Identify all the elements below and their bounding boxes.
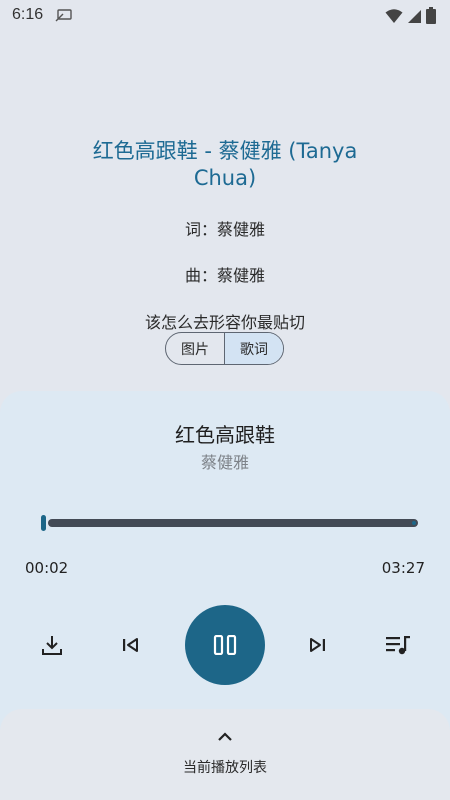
wifi-icon [385, 8, 403, 23]
status-bar: 6:16 [0, 0, 450, 32]
music-player-screen: 6:16 红色高跟鞋 - 蔡健雅 (Tanya Chua) 词：蔡健雅 曲：蔡健… [0, 0, 450, 800]
play-pause-button[interactable] [185, 605, 265, 685]
progress-thumb[interactable] [40, 515, 46, 531]
queue-music-icon [386, 636, 410, 655]
pause-icon [213, 635, 237, 655]
skip-next-icon [310, 638, 325, 652]
download-button[interactable] [32, 625, 72, 665]
time-current: 00:02 [25, 559, 69, 577]
progress-track [48, 519, 418, 527]
progress-end-marker [412, 521, 416, 525]
lyrics-song-heading: 红色高跟鞋 - 蔡健雅 (Tanya Chua) [92, 139, 358, 190]
notification-icon [55, 9, 72, 22]
track-title: 红色高跟鞋 [175, 423, 275, 447]
status-icons [385, 7, 436, 24]
previous-button[interactable] [111, 625, 151, 665]
status-time: 6:16 [12, 6, 44, 23]
current-playlist-label: 当前播放列表 [183, 760, 267, 776]
track-artist: 蔡健雅 [200, 453, 249, 472]
time-total: 03:27 [381, 559, 425, 577]
toggle-lyrics[interactable]: 歌词 [224, 333, 283, 364]
progress-slider[interactable] [30, 514, 420, 534]
lyric-line: 词：蔡健雅 [184, 220, 265, 239]
lyric-line: 曲：蔡健雅 [184, 266, 265, 285]
signal-icon [408, 9, 421, 23]
next-button[interactable] [297, 625, 337, 665]
playlist-sheet-handle[interactable]: 当前播放列表 [0, 709, 450, 800]
view-toggle: 图片 歌词 [165, 332, 284, 365]
download-icon [42, 636, 62, 655]
skip-previous-icon [123, 638, 138, 652]
battery-icon [426, 7, 436, 24]
toggle-picture[interactable]: 图片 [166, 333, 224, 364]
chevron-up-icon [218, 732, 232, 741]
lyric-line-current: 该怎么去形容你最贴切 [144, 313, 305, 332]
queue-button[interactable] [378, 625, 418, 665]
